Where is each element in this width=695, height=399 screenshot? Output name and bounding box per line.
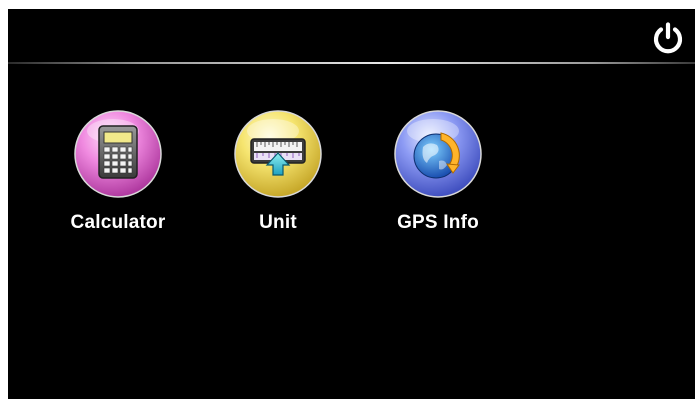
power-button[interactable] bbox=[650, 21, 686, 57]
app-gps-info[interactable]: GPS Info bbox=[378, 109, 498, 239]
app-label-calculator: Calculator bbox=[70, 212, 166, 233]
screen: Calculator Unit GPS Info bbox=[8, 9, 695, 399]
ruler-icon bbox=[233, 109, 323, 199]
app-calculator[interactable]: Calculator bbox=[58, 109, 178, 239]
globe-icon bbox=[393, 109, 483, 199]
app-label-gps-info: GPS Info bbox=[397, 212, 479, 233]
header-divider bbox=[8, 62, 695, 64]
app-label-unit: Unit bbox=[259, 212, 297, 233]
app-unit[interactable]: Unit bbox=[218, 109, 338, 239]
calculator-icon bbox=[73, 109, 163, 199]
power-icon bbox=[653, 22, 683, 54]
